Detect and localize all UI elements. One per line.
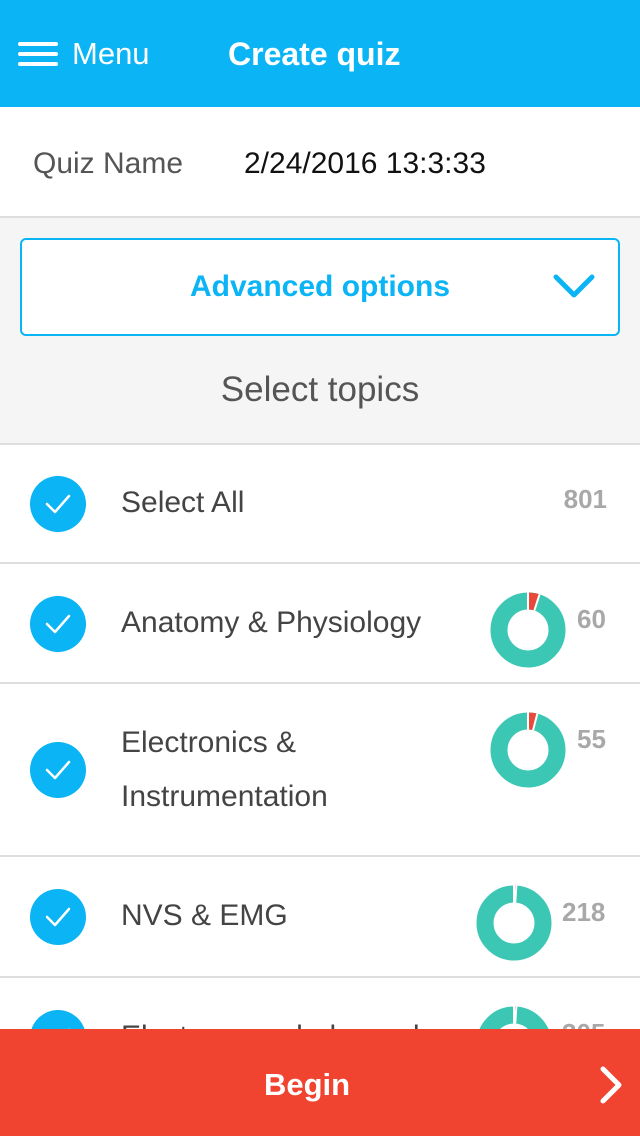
quiz-name-label: Quiz Name — [33, 147, 184, 180]
donut-ring — [476, 885, 552, 961]
checkmark-icon[interactable] — [30, 596, 86, 652]
quiz-name-field[interactable]: 2/24/2016 13:3:33 — [244, 147, 486, 181]
hamburger-icon — [18, 40, 58, 68]
select-topics-heading: Select topics — [220, 370, 420, 409]
progress-donut — [476, 885, 552, 961]
topic-label-line1: Electronics & — [121, 726, 297, 759]
topic-row-electronics-instrumentation[interactable]: Electronics & Instrumentation 55 — [0, 684, 640, 857]
topic-label: Anatomy & Physiology — [121, 606, 422, 639]
menu-button[interactable]: Menu — [18, 34, 150, 74]
topic-row-anatomy-physiology[interactable]: Anatomy & Physiology 60 — [0, 564, 640, 684]
donut-separator — [514, 885, 518, 903]
begin-label: Begin — [263, 1067, 351, 1102]
topic-row-nvs-emg[interactable]: NVS & EMG 218 — [0, 857, 640, 978]
top-bar: Menu Create quiz — [0, 0, 640, 107]
topic-label: NVS & EMG — [121, 899, 288, 932]
options-area: Advanced options Select topics — [0, 218, 640, 445]
checkmark-icon[interactable] — [30, 742, 86, 798]
progress-donut — [490, 592, 566, 668]
topic-count: 218 — [562, 897, 606, 927]
begin-button[interactable]: Begin — [0, 1029, 640, 1136]
topic-count: 801 — [563, 484, 607, 514]
checkmark-icon[interactable] — [30, 476, 86, 532]
donut-ring — [490, 712, 566, 788]
topic-count: 60 — [577, 604, 606, 634]
topic-row-select-all[interactable]: Select All 801 — [0, 445, 640, 564]
progress-donut — [490, 712, 566, 788]
advanced-options-label: Advanced options — [189, 270, 451, 303]
checkmark-icon[interactable] — [30, 889, 86, 945]
donut-error-segment — [527, 592, 540, 611]
quiz-name-row: Quiz Name 2/24/2016 13:3:33 — [0, 107, 640, 218]
page-title: Create quiz — [228, 36, 401, 72]
topic-label-line2: Instrumentation — [121, 780, 328, 813]
topic-count: 55 — [577, 724, 606, 754]
chevron-right-icon — [600, 1066, 622, 1104]
donut-separator — [514, 1006, 518, 1024]
chevron-down-icon — [553, 274, 595, 298]
donut-error-segment — [527, 712, 538, 731]
donut-ring — [490, 592, 566, 668]
advanced-options-button[interactable]: Advanced options — [20, 238, 620, 336]
topic-label: Select All — [121, 486, 245, 519]
menu-label: Menu — [72, 36, 150, 71]
